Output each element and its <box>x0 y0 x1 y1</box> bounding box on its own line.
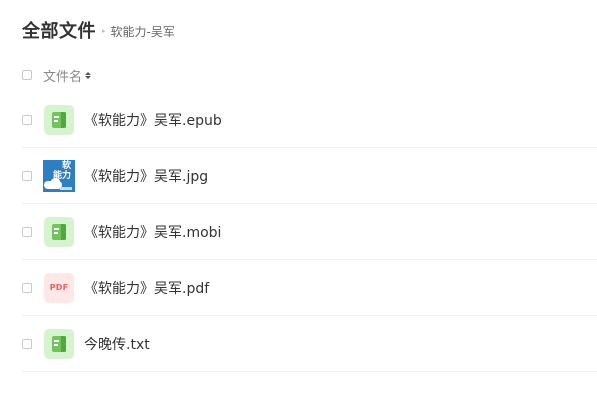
name-column-header[interactable]: 文件名 <box>43 66 82 85</box>
file-row[interactable]: 《软能力》吴军.epub <box>22 92 597 148</box>
file-row[interactable]: 《软能力》吴军.mobi <box>22 204 597 260</box>
sort-up-arrow-icon <box>85 71 92 75</box>
file-checkbox[interactable] <box>22 226 32 237</box>
file-name[interactable]: 《软能力》吴军.mobi <box>84 222 221 242</box>
page-title[interactable]: 全部文件 <box>22 17 96 43</box>
file-list-header: 文件名 <box>22 66 92 85</box>
image-thumbnail-icon: 软 能力 <box>43 159 75 192</box>
file-checkbox[interactable] <box>22 338 32 349</box>
file-name[interactable]: 《软能力》吴军.epub <box>84 110 222 130</box>
file-row[interactable]: 今晚传.txt <box>22 316 597 372</box>
ebook-icon <box>44 216 74 247</box>
ebook-icon <box>44 328 74 359</box>
file-name[interactable]: 《软能力》吴军.jpg <box>84 166 208 186</box>
pdf-icon: PDF <box>44 272 74 303</box>
page-header: 全部文件 ▸ 软能力-吴军 <box>22 16 175 44</box>
file-checkbox[interactable] <box>22 170 32 181</box>
file-checkbox[interactable] <box>22 114 32 125</box>
ebook-icon <box>44 104 74 135</box>
file-row[interactable]: 软 能力 《软能力》吴军.jpg <box>22 148 597 204</box>
breadcrumb-separator-icon: ▸ <box>102 27 106 35</box>
file-row[interactable]: PDF 《软能力》吴军.pdf <box>22 260 597 316</box>
file-name[interactable]: 《软能力》吴军.pdf <box>84 278 209 298</box>
file-checkbox[interactable] <box>22 282 32 293</box>
file-list: 《软能力》吴军.epub 软 能力 《软能力》吴军.jpg 《软能力》吴军.mo… <box>22 92 597 372</box>
select-all-checkbox[interactable] <box>22 70 32 80</box>
breadcrumb-current-folder: 软能力-吴军 <box>110 24 175 39</box>
file-name[interactable]: 今晚传.txt <box>84 334 150 354</box>
sort-icon[interactable] <box>85 71 92 79</box>
sort-down-arrow-icon <box>85 75 92 79</box>
